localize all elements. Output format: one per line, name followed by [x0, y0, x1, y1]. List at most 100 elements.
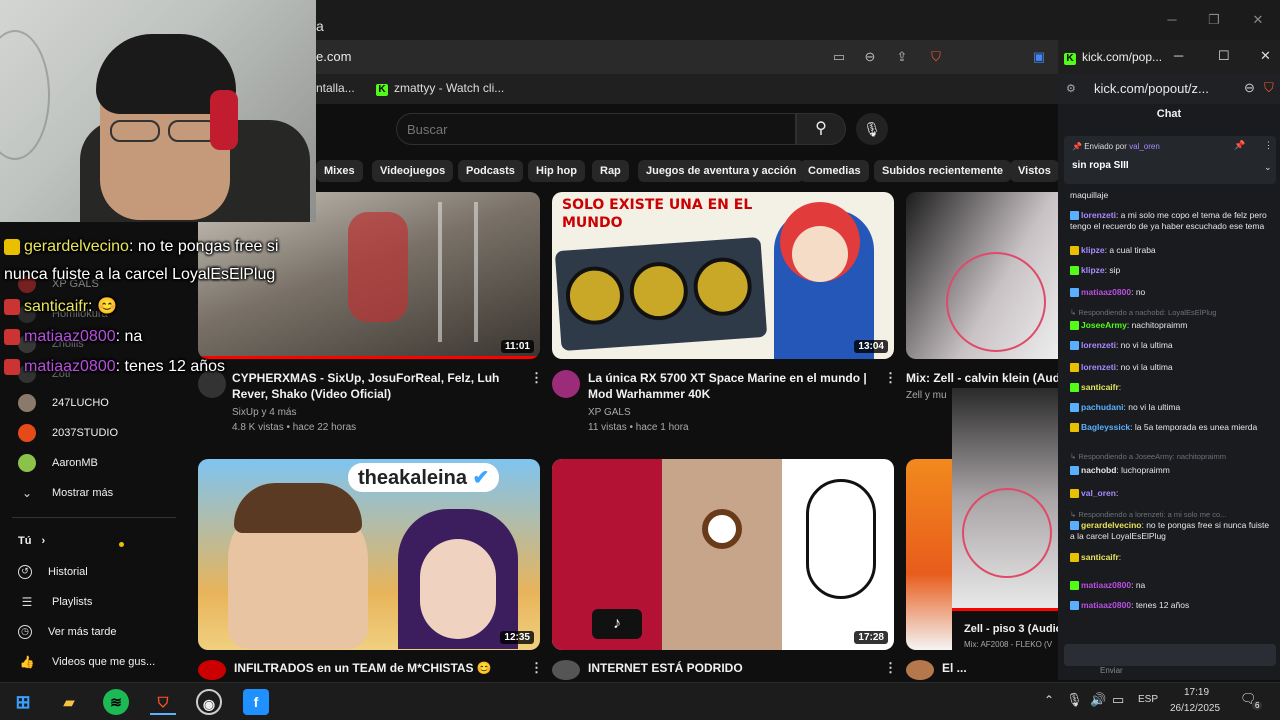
zoom-icon[interactable]: ⊖ [1244, 80, 1255, 96]
pin-icon[interactable]: 📌 [1234, 140, 1245, 151]
brave-browser-icon[interactable]: ⛉ [150, 689, 176, 715]
chat-username[interactable]: matiaaz0800 [1081, 580, 1131, 590]
chat-username[interactable]: matiaaz0800 [1081, 600, 1131, 610]
url-text[interactable]: e.com [316, 49, 351, 64]
channel-avatar[interactable] [552, 660, 580, 680]
translate-icon[interactable]: ▣ [1030, 48, 1048, 66]
chat-username[interactable]: lorenzeti [1081, 210, 1116, 220]
brave-shield-icon[interactable]: ⛉ [1264, 80, 1274, 96]
channel-avatar[interactable] [906, 660, 934, 680]
sidebar-sub-aaronmb[interactable]: AaronMB [18, 451, 98, 475]
search-button[interactable]: ⚲ [796, 113, 846, 145]
close-icon[interactable]: ✕ [1260, 48, 1271, 64]
spotify-icon[interactable]: ≋ [103, 689, 129, 715]
chat-username[interactable]: klipze [1081, 265, 1105, 275]
sidebar-sub-247lucho[interactable]: 247LUCHO [18, 391, 109, 415]
volume-icon[interactable]: 🔊 [1090, 692, 1106, 708]
video-thumbnail-internet[interactable]: ♪ 17:28 [552, 459, 894, 650]
chat-username[interactable]: klipze [1081, 245, 1105, 255]
video-title[interactable]: La única RX 5700 XT Space Marine en el m… [588, 370, 878, 402]
video-title[interactable]: El ... [942, 660, 1052, 676]
start-button-icon[interactable]: ⊞ [10, 689, 36, 715]
chip-aventura[interactable]: Juegos de aventura y acción [638, 160, 805, 182]
voice-search-button[interactable]: 🎙 [856, 113, 888, 145]
maximize-icon[interactable]: ❐ [1204, 10, 1224, 30]
mini-player-title[interactable]: Zell - piso 3 (Audio C [964, 623, 1058, 635]
chat-username[interactable]: nachobd [1081, 465, 1116, 475]
sidebar-historial[interactable]: ↺ Historial [18, 560, 88, 584]
bookmark-item-zmattyy[interactable]: Kzmattyy - Watch cli... [376, 81, 504, 96]
minimize-icon[interactable]: ─ [1162, 10, 1182, 30]
video-channel[interactable]: XP GALS [588, 405, 631, 420]
video-channel[interactable]: Zell y mu [906, 388, 947, 403]
zoom-icon[interactable]: ⊖ [861, 48, 879, 66]
channel-avatar[interactable] [552, 370, 580, 398]
chat-username[interactable]: lorenzeti [1081, 362, 1116, 372]
chip-rap[interactable]: Rap [592, 160, 629, 182]
clock-date[interactable]: 26/12/2025 [1170, 703, 1220, 714]
chat-username[interactable]: JoseeArmy [1081, 320, 1127, 330]
sidebar-sub-2037studio[interactable]: 2037STUDIO [18, 421, 118, 445]
more-options-icon[interactable]: ⋮ [530, 660, 543, 676]
video-thumbnail-infiltrados[interactable]: theakaleina ✔ 12:35 [198, 459, 540, 650]
more-options-icon[interactable]: ⋮ [530, 370, 543, 386]
close-icon[interactable]: ✕ [1248, 10, 1268, 30]
chip-vistos[interactable]: Vistos [1010, 160, 1059, 182]
chevron-down-icon[interactable]: ⌄ [1264, 162, 1272, 173]
more-options-icon[interactable]: ⋮ [1264, 140, 1273, 151]
sidebar-liked[interactable]: 👍 Videos que me gus... [18, 650, 156, 674]
file-explorer-icon[interactable]: ▰ [56, 689, 82, 715]
chip-videojuegos[interactable]: Videojuegos [372, 160, 454, 182]
brave-shield-icon[interactable]: ⛉ [927, 48, 945, 66]
share-icon[interactable]: ⇪ [893, 48, 911, 66]
chat-username[interactable]: matiaaz0800 [1081, 287, 1131, 297]
video-title[interactable]: INTERNET ESTÁ PODRIDO [588, 660, 878, 676]
video-thumbnail-rx5700[interactable]: SOLO EXISTE UNA EN EL MUNDO 13:04 [552, 192, 894, 359]
language-indicator[interactable]: ESP [1138, 694, 1158, 705]
chat-username[interactable]: gerardelvecino [1081, 520, 1141, 530]
video-title[interactable]: INFILTRADOS en un TEAM de M*CHISTAS 😊 [234, 660, 524, 682]
site-settings-icon[interactable]: ⚙ [1066, 82, 1076, 95]
kick-url-bar[interactable]: ⚙ kick.com/popout/z... ⊖ ⛉ [1058, 74, 1280, 104]
sidebar-show-more[interactable]: ⌄ Mostrar más [18, 481, 113, 505]
maximize-icon[interactable]: ☐ [1218, 48, 1230, 64]
search-box[interactable] [396, 113, 796, 145]
clock-time[interactable]: 17:19 [1184, 687, 1209, 698]
sidebar-playlists[interactable]: ☰ Playlists [18, 590, 93, 614]
chat-username[interactable]: santicaifr [1081, 552, 1119, 562]
channel-avatar[interactable] [198, 660, 226, 680]
video-title[interactable]: Mix: Zell - calvin klein (Audio [906, 370, 1058, 386]
chip-hiphop[interactable]: Hip hop [528, 160, 585, 182]
chat-username[interactable]: val_oren [1081, 488, 1116, 498]
network-icon[interactable]: ▭ [1112, 692, 1124, 708]
chip-mixes[interactable]: Mixes [316, 160, 363, 182]
bookmark-item[interactable]: ntalla... [316, 81, 355, 95]
kick-url-text[interactable]: kick.com/popout/z... [1094, 81, 1209, 96]
send-label[interactable]: Enviar [1100, 666, 1123, 675]
minimize-icon[interactable]: ─ [1174, 48, 1183, 63]
screen-cast-icon[interactable]: ▭ [830, 48, 848, 66]
video-thumbnail-zell[interactable] [906, 192, 1058, 359]
search-input[interactable] [397, 114, 757, 144]
video-title[interactable]: CYPHERXMAS - SixUp, JosuForReal, Felz, L… [232, 370, 522, 402]
chat-username[interactable]: pachudani [1081, 402, 1124, 412]
chat-username[interactable]: santicaifr [1081, 382, 1119, 392]
microphone-icon[interactable]: 🎙 [1066, 692, 1083, 708]
chip-comedias[interactable]: Comedias [800, 160, 869, 182]
video-channel[interactable]: SixUp y 4 más [232, 405, 296, 420]
mini-player-video[interactable] [952, 388, 1058, 608]
video-thumbnail-partial[interactable] [906, 459, 952, 650]
sidebar-ver-mas-tarde[interactable]: ◷ Ver más tarde [18, 620, 116, 644]
more-options-icon[interactable]: ⋮ [884, 370, 897, 386]
more-options-icon[interactable]: ⋮ [884, 660, 897, 676]
chip-podcasts[interactable]: Podcasts [458, 160, 523, 182]
sidebar-you-header[interactable]: Tú › [18, 529, 45, 553]
emote-bar[interactable] [1064, 644, 1276, 666]
chat-username[interactable]: Bagleyssick [1081, 422, 1130, 432]
chevron-up-icon[interactable]: ⌃ [1044, 693, 1054, 707]
address-bar[interactable]: e.com ▭ ⊖ ⇪ ⛉ ▣ [300, 40, 1060, 74]
chat-username[interactable]: lorenzeti [1081, 340, 1116, 350]
obs-icon[interactable]: ◉ [196, 689, 222, 715]
app-f-icon[interactable]: f [243, 689, 269, 715]
chip-recientes[interactable]: Subidos recientemente [874, 160, 1012, 182]
